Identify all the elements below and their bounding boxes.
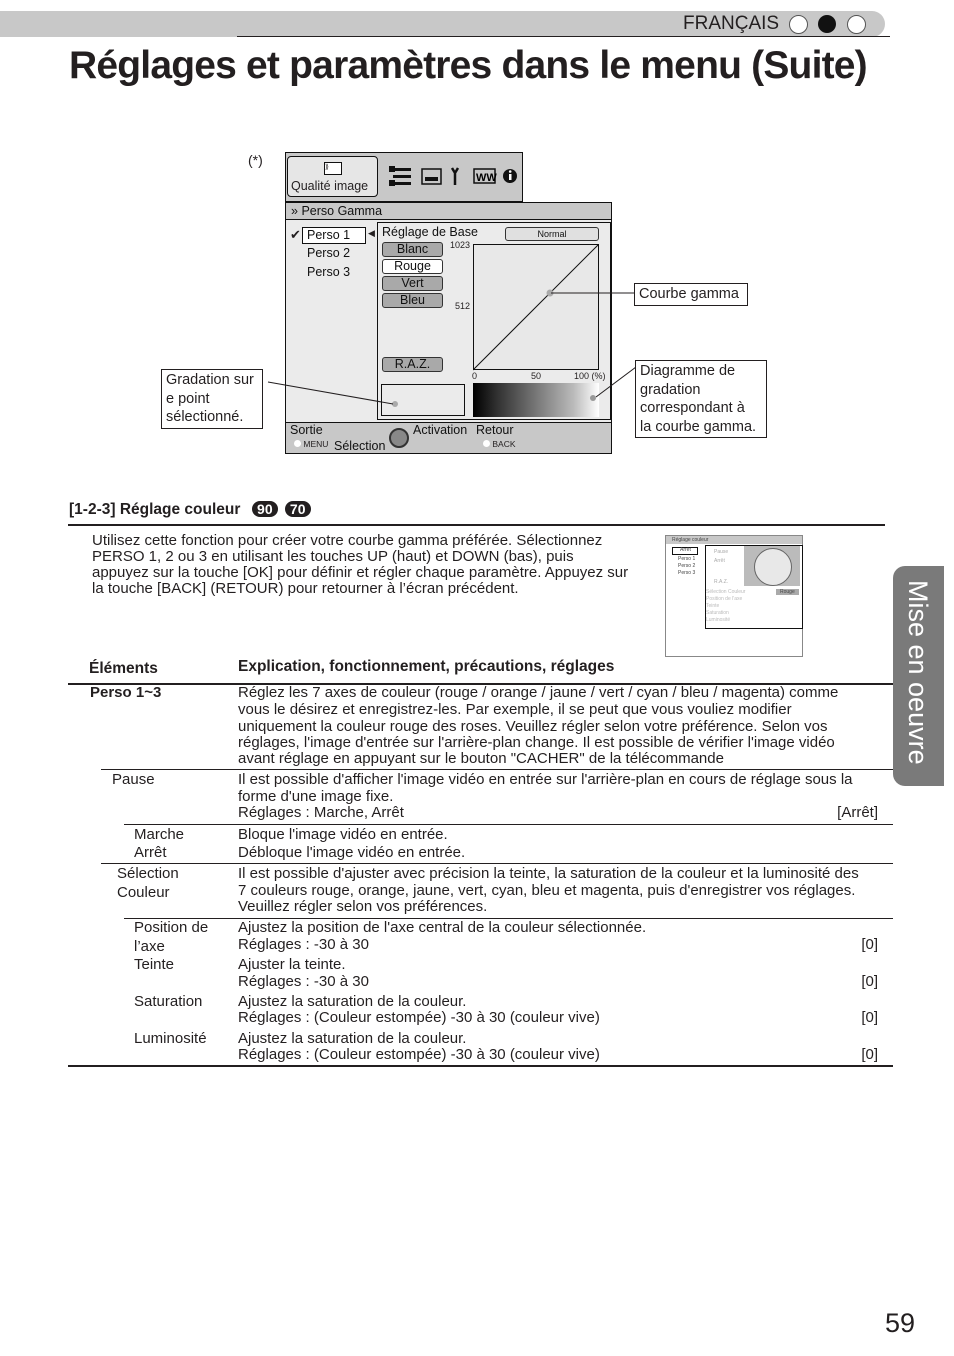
model-badge-70: 70	[284, 501, 311, 517]
row-text: Réglez les 7 axes de couleur (rouge / or…	[238, 684, 839, 701]
row-text: Ajuster la teinte.	[238, 956, 346, 973]
default-value: [Arrêt]	[837, 804, 878, 821]
manual-page: FRANÇAIS Réglages et paramètres dans le …	[0, 0, 954, 1356]
default-value: [0]	[861, 1009, 878, 1026]
intro-line: la touche [BACK] (RETOUR) pour retourner…	[92, 580, 519, 597]
row-text: Bloque l'image vidéo en entrée.	[238, 826, 448, 843]
table-bottom-rule	[68, 1065, 893, 1067]
row-text: Réglages : -30 à 30	[238, 936, 369, 953]
callout-gradation-point: Gradation sur e point sélectionné.	[161, 369, 263, 429]
row-label-marche: Marche	[134, 826, 185, 843]
table-header-elements: Éléments	[89, 660, 158, 677]
model-badge-90: 90	[252, 501, 278, 517]
row-text: Ajustez la position de l'axe central de …	[238, 919, 647, 936]
row-label-pause: Pause	[112, 771, 155, 788]
side-tab: Mise en oeuvre	[893, 566, 944, 786]
section-rule	[68, 524, 885, 526]
callout-gradation-diagram: Diagramme de gradation correspondant à l…	[635, 360, 767, 438]
menu-thumbnail: Réglage couleur Arrêt Perso 1 Perso 2 Pe…	[665, 535, 803, 657]
row-text: avant réglage en appuyant sur le bouton …	[238, 750, 724, 767]
row-text: Réglages : (Couleur estompée) -30 à 30 (…	[238, 1009, 600, 1026]
table-header-explanation: Explication, fonctionnement, précautions…	[238, 658, 615, 675]
default-value: [0]	[861, 973, 878, 990]
row-divider	[124, 824, 893, 825]
section-heading: [1-2-3] Réglage couleur 90 70	[69, 500, 311, 520]
callout-courbe-gamma: Courbe gamma	[634, 283, 748, 306]
row-label-selection: Couleur	[117, 884, 170, 901]
row-label-luminosite: Luminosité	[134, 1030, 207, 1047]
row-label-position: l’axe	[134, 938, 165, 955]
row-label-teinte: Teinte	[134, 956, 175, 973]
row-divider	[101, 769, 893, 770]
row-text: Réglages : (Couleur estompée) -30 à 30 (…	[238, 1046, 600, 1063]
row-text: Il est possible d'ajuster avec précision…	[238, 865, 859, 882]
row-label-arret: Arrêt	[134, 844, 167, 861]
default-value: [0]	[861, 1046, 878, 1063]
row-text: Il est possible d'afficher l'image vidéo…	[238, 771, 853, 788]
side-tab-label: Mise en oeuvre	[903, 580, 933, 765]
row-text: Débloque l'image vidéo en entrée.	[238, 844, 466, 861]
callout-lines	[267, 292, 637, 405]
default-value: [0]	[861, 936, 878, 953]
row-text: Réglages : Marche, Arrêt	[238, 804, 404, 821]
page-number: 59	[885, 1308, 916, 1338]
color-wheel-icon	[754, 548, 792, 586]
row-text: vous le désirez et enregistrez-les. Par …	[238, 701, 792, 718]
row-text: Veuillez régler selon vos préférences.	[238, 898, 488, 915]
row-label-position: Position de	[134, 919, 209, 936]
row-label-selection: Sélection	[117, 865, 179, 882]
row-label-perso: Perso 1~3	[90, 684, 162, 701]
row-text: Réglages : -30 à 30	[238, 973, 369, 990]
row-divider	[101, 863, 893, 864]
row-label-saturation: Saturation	[134, 993, 203, 1010]
